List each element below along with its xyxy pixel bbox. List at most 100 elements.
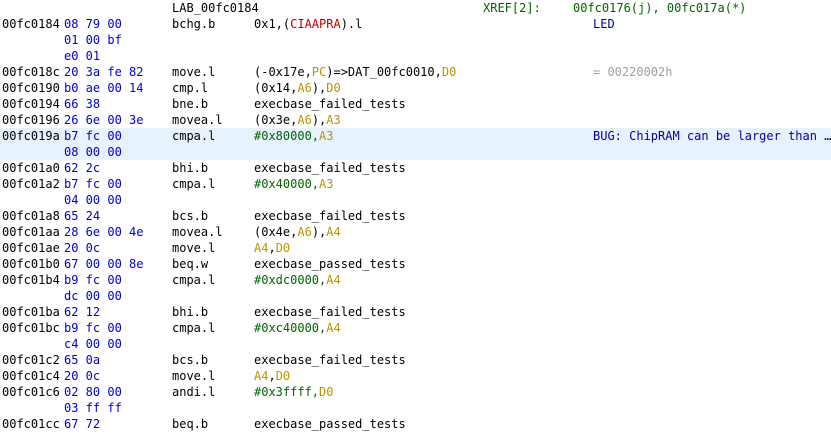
register-operand[interactable]: D0 (276, 241, 290, 255)
instruction-row[interactable]: 01 00 bf (0, 32, 831, 48)
operand-text[interactable]: , (268, 369, 275, 383)
immediate-operand[interactable]: #0x80000, (254, 129, 319, 143)
instruction-row[interactable]: 00fc01bc b9 fc 00 cmpa.l #0xc40000,A4 (0, 320, 831, 336)
register-operand[interactable]: A6 (297, 113, 311, 127)
mnemonic[interactable]: beq.w (172, 256, 208, 272)
operands[interactable]: execbase_passed_tests (254, 256, 406, 272)
immediate-operand[interactable]: #0x40000, (254, 177, 319, 191)
instruction-row[interactable]: dc 00 00 (0, 288, 831, 304)
operand-text[interactable]: (0x3e, (254, 113, 297, 127)
mnemonic[interactable]: bcs.b (172, 352, 208, 368)
operands[interactable]: (0x4e,A6),A4 (254, 224, 341, 240)
instruction-row[interactable]: 00fc01c4 20 0c move.l A4,D0 (0, 368, 831, 384)
operand-text[interactable]: execbase_failed_tests (254, 209, 406, 223)
address[interactable]: 00fc01c4 (2, 368, 60, 384)
instruction-row[interactable]: 04 00 00 (0, 192, 831, 208)
instruction-row[interactable]: 00fc01c2 65 0a bcs.b execbase_failed_tests (0, 352, 831, 368)
operand-text[interactable]: execbase_passed_tests (254, 417, 406, 431)
operand-text[interactable]: execbase_failed_tests (254, 97, 406, 111)
register-operand[interactable]: A6 (297, 225, 311, 239)
address[interactable]: 00fc01cc (2, 416, 60, 432)
register-operand[interactable]: D0 (326, 81, 340, 95)
instruction-row[interactable]: 00fc01a0 62 2c bhi.b execbase_failed_tests (0, 160, 831, 176)
operands[interactable]: execbase_failed_tests (254, 160, 406, 176)
operands[interactable]: #0x80000,A3 (254, 128, 333, 144)
operand-text[interactable]: ), (312, 225, 326, 239)
instruction-row[interactable]: 03 ff ff (0, 400, 831, 416)
address[interactable]: 00fc01aa (2, 224, 60, 240)
operand-text[interactable]: execbase_passed_tests (254, 257, 406, 271)
operands[interactable]: #0x3ffff,D0 (254, 384, 333, 400)
address[interactable]: 00fc01c6 (2, 384, 60, 400)
instruction-row[interactable]: 00fc01a2 b7 fc 00 cmpa.l #0x40000,A3 (0, 176, 831, 192)
register-operand[interactable]: A3 (326, 113, 340, 127)
operand-text[interactable]: ), (312, 81, 326, 95)
instruction-row[interactable]: 00fc01a8 65 24 bcs.b execbase_failed_tests (0, 208, 831, 224)
instruction-row[interactable]: 00fc0196 26 6e 00 3e movea.l (0x3e,A6),A3 (0, 112, 831, 128)
address[interactable]: 00fc01ba (2, 304, 60, 320)
address[interactable]: 00fc01bc (2, 320, 60, 336)
mnemonic[interactable]: movea.l (172, 224, 223, 240)
instruction-row[interactable]: 08 00 00 (0, 144, 831, 160)
instruction-row[interactable]: c4 00 00 (0, 336, 831, 352)
register-operand[interactable]: A3 (319, 129, 333, 143)
operand-text[interactable]: , (268, 241, 275, 255)
instruction-row[interactable]: 00fc019a b7 fc 00 cmpa.l #0x80000,A3 BUG: Ch… (0, 128, 831, 144)
instruction-row[interactable]: 00fc01b0 67 00 00 8e beq.w execbase_passed_… (0, 256, 831, 272)
address[interactable]: 00fc01a0 (2, 160, 60, 176)
immediate-operand[interactable]: #0xc40000, (254, 321, 326, 335)
register-operand[interactable]: A4 (254, 241, 268, 255)
operands[interactable]: #0x40000,A3 (254, 176, 333, 192)
instruction-row[interactable]: 00fc018c 20 3a fe 82 move.l (-0x17e,PC)=>DA… (0, 64, 831, 80)
address[interactable]: 00fc0194 (2, 96, 60, 112)
address[interactable]: 00fc01a2 (2, 176, 60, 192)
operand-text[interactable]: execbase_failed_tests (254, 353, 406, 367)
address[interactable]: 00fc01a8 (2, 208, 60, 224)
operands[interactable]: 0x1,(CIAAPRA).l (254, 16, 362, 32)
instruction-row[interactable]: 00fc01ba 62 12 bhi.b execbase_failed_tests (0, 304, 831, 320)
mnemonic[interactable]: bhi.b (172, 304, 208, 320)
operands[interactable]: A4,D0 (254, 368, 290, 384)
operands[interactable]: (-0x17e,PC)=>DAT_00fc0010,D0 (254, 64, 456, 80)
mnemonic[interactable]: cmpa.l (172, 128, 215, 144)
mnemonic[interactable]: cmp.l (172, 80, 208, 96)
xref-value[interactable]: 00fc0176(j), 00fc017a(*) (573, 0, 746, 16)
address[interactable]: 00fc0196 (2, 112, 60, 128)
operands[interactable]: execbase_failed_tests (254, 96, 406, 112)
register-operand[interactable]: D0 (276, 369, 290, 383)
symbol-operand[interactable]: CIAAPRA (290, 17, 341, 31)
operands[interactable]: execbase_failed_tests (254, 304, 406, 320)
mnemonic[interactable]: move.l (172, 368, 215, 384)
register-operand[interactable]: PC (312, 65, 326, 79)
instruction-row[interactable]: 00fc01aa 28 6e 00 4e movea.l (0x4e,A6),A4 (0, 224, 831, 240)
instruction-row[interactable]: e0 01 (0, 48, 831, 64)
operands[interactable]: #0xdc0000,A4 (254, 272, 341, 288)
register-operand[interactable]: A4 (254, 369, 268, 383)
address[interactable]: 00fc01c2 (2, 352, 60, 368)
operand-text[interactable]: )=>DAT_00fc0010, (326, 65, 442, 79)
operands[interactable]: (0x14,A6),D0 (254, 80, 341, 96)
instruction-row[interactable]: 00fc0190 b0 ae 00 14 cmp.l (0x14,A6),D0 (0, 80, 831, 96)
operand-text[interactable]: (0x14, (254, 81, 297, 95)
operand-text[interactable]: execbase_failed_tests (254, 305, 406, 319)
register-operand[interactable]: A4 (326, 225, 340, 239)
register-operand[interactable]: D0 (442, 65, 456, 79)
operand-text[interactable]: execbase_failed_tests (254, 161, 406, 175)
mnemonic[interactable]: bhi.b (172, 160, 208, 176)
operand-text[interactable]: (0x4e, (254, 225, 297, 239)
mnemonic[interactable]: cmpa.l (172, 176, 215, 192)
mnemonic[interactable]: movea.l (172, 112, 223, 128)
register-operand[interactable]: A6 (297, 81, 311, 95)
operands[interactable]: execbase_failed_tests (254, 352, 406, 368)
mnemonic[interactable]: move.l (172, 240, 215, 256)
operand-text[interactable]: ), (312, 113, 326, 127)
mnemonic[interactable]: beq.b (172, 416, 208, 432)
address[interactable]: 00fc01b4 (2, 272, 60, 288)
code-label[interactable]: LAB_00fc0184 (172, 0, 259, 16)
operand-text[interactable]: 0x1,( (254, 17, 290, 31)
instruction-row[interactable]: 00fc01c6 02 80 00 andi.l #0x3ffff,D0 (0, 384, 831, 400)
eol-comment[interactable]: LED (593, 16, 615, 32)
operands[interactable]: execbase_passed_tests (254, 416, 406, 432)
mnemonic[interactable]: cmpa.l (172, 272, 215, 288)
instruction-row[interactable]: 00fc01b4 b9 fc 00 cmpa.l #0xdc0000,A4 (0, 272, 831, 288)
